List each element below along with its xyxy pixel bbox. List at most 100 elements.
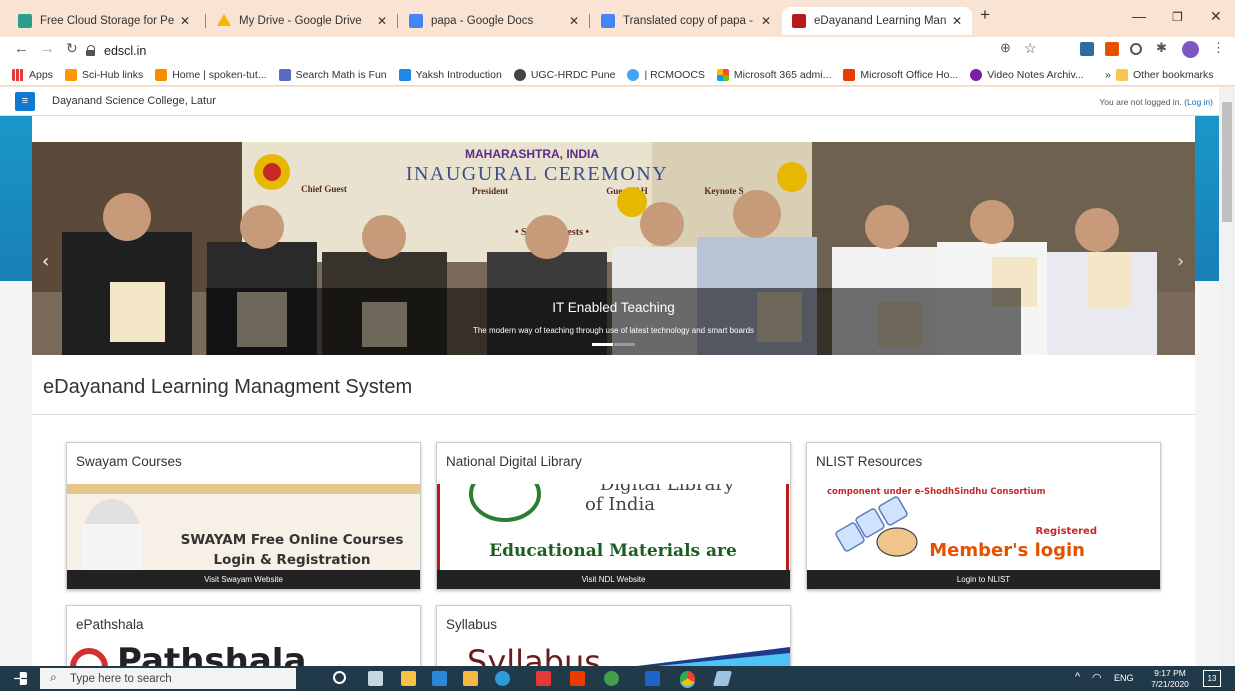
hamburger-menu-icon[interactable]: ≡ (15, 92, 35, 111)
bookmark-rcmoocs[interactable]: | RCMOOCS (627, 68, 705, 81)
bookmark-ugc-hrdc[interactable]: UGC-HRDC Pune (513, 68, 615, 81)
restore-icon[interactable]: ❐ (1172, 10, 1183, 24)
store-icon[interactable] (401, 671, 416, 686)
close-icon[interactable]: ✕ (952, 14, 962, 28)
close-icon[interactable]: ✕ (377, 14, 387, 28)
clock[interactable]: 9:17 PM 7/21/2020 (1145, 668, 1195, 690)
folder-icon (1116, 68, 1128, 81)
nlist-image-line2: Registered (1036, 526, 1097, 537)
site-navbar: ≡ Dayanand Science College, Latur You ar… (0, 87, 1219, 116)
extension-icon[interactable] (1080, 42, 1094, 56)
edge-icon[interactable] (495, 671, 510, 686)
chrome-app-icon[interactable] (604, 671, 619, 686)
login-nlist-button[interactable]: Login to NLIST (807, 570, 1160, 589)
docs-icon (601, 14, 615, 28)
tray-chevron-icon[interactable]: ^ (1075, 671, 1080, 683)
taskbar-search[interactable]: ⌕ Type here to search (40, 668, 296, 689)
language-indicator[interactable]: ENG (1114, 673, 1134, 683)
close-icon[interactable]: ✕ (180, 14, 190, 28)
metamask-icon[interactable] (1105, 42, 1119, 56)
puzzle-icon[interactable]: ✱ (1156, 40, 1167, 56)
new-tab-icon[interactable]: + (980, 5, 990, 25)
close-icon[interactable]: ✕ (761, 14, 771, 28)
rcmoocs-icon (627, 68, 640, 81)
login-status: You are not logged in. (Log in) (1099, 97, 1213, 107)
forward-icon[interactable]: → (40, 40, 55, 57)
bookmark-apps[interactable]: Apps (12, 68, 53, 81)
bookmark-scihub[interactable]: Sci-Hub links (64, 68, 143, 81)
tab-translated-docs[interactable]: Translated copy of papa - Google ✕ (591, 7, 781, 35)
tab-papa-docs[interactable]: papa - Google Docs ✕ (399, 7, 589, 35)
ndl-image-line3: Educational Materials are (489, 541, 737, 561)
visit-swayam-button[interactable]: Visit Swayam Website (67, 570, 420, 589)
window-close-icon[interactable]: ✕ (1210, 8, 1222, 25)
cloud-icon (18, 14, 32, 28)
notification-center-icon[interactable]: 13 (1203, 670, 1221, 687)
profile-avatar-icon[interactable] (1182, 41, 1199, 58)
card-title: Swayam Courses (76, 454, 182, 469)
bookmark-yaksh[interactable]: Yaksh Introduction (398, 68, 502, 81)
other-bookmarks[interactable]: Other bookmarks (1116, 68, 1214, 81)
youtube-icon[interactable] (536, 671, 551, 686)
address-bar[interactable]: edscl.in (86, 39, 1046, 62)
bookmark-star-icon[interactable]: ☆ (1024, 40, 1037, 57)
drive-icon (217, 14, 231, 26)
carousel-caption-title: IT Enabled Teaching (552, 300, 675, 315)
carousel-prev-icon[interactable]: ‹ (42, 251, 49, 272)
reload-icon[interactable]: ↻ (66, 40, 78, 57)
visit-ndl-button[interactable]: Visit NDL Website (437, 570, 790, 589)
mail-icon[interactable] (432, 671, 447, 686)
carousel-indicator-active[interactable] (592, 343, 613, 346)
epathshala-image-line1: Pathshala (117, 647, 306, 666)
card-ndl[interactable]: National Digital Library Digital Library… (436, 442, 791, 590)
card-epathshala[interactable]: ePathshala Pathshala (66, 605, 421, 666)
card-title: National Digital Library (446, 454, 582, 469)
bookmark-spoken-tutorial[interactable]: Home | spoken-tut... (155, 68, 267, 81)
word-icon[interactable] (645, 671, 660, 686)
back-icon[interactable]: ← (14, 40, 29, 57)
swayam-image-line1: SWAYAM Free Online Courses (181, 532, 404, 548)
extension-circle-icon[interactable] (1130, 43, 1142, 55)
epathshala-image: Pathshala (67, 647, 420, 666)
syllabus-image: Syllabus (437, 647, 790, 666)
windows-start-icon[interactable] (14, 672, 27, 685)
carousel-caption: IT Enabled Teaching The modern way of te… (206, 288, 1021, 355)
card-title: Syllabus (446, 617, 498, 632)
ndl-image: Digital Library of India Educational Mat… (437, 484, 790, 570)
banner-event: INAUGURAL CEREMONY (406, 163, 668, 185)
microsoft-icon (716, 68, 729, 81)
carousel-indicator[interactable] (614, 343, 635, 346)
scrollbar-thumb[interactable] (1222, 102, 1232, 222)
bookmark-math-is-fun[interactable]: Search Math is Fun (278, 68, 387, 81)
yaksh-icon (398, 68, 411, 81)
login-link[interactable]: Log in (1187, 97, 1210, 107)
card-nlist[interactable]: NLIST Resources component under e-ShodhS… (806, 442, 1161, 590)
swayam-image-line2: Login & Registration (213, 552, 370, 568)
pen-app-icon[interactable] (712, 671, 733, 686)
wifi-icon[interactable]: ◠ (1092, 671, 1102, 684)
tab-google-drive[interactable]: My Drive - Google Drive ✕ (207, 7, 397, 35)
cortana-icon[interactable] (333, 671, 346, 684)
spoken-tutorial-icon (155, 68, 168, 81)
card-syllabus[interactable]: Syllabus Syllabus (436, 605, 791, 666)
file-explorer-icon[interactable] (463, 671, 478, 686)
bookmarks-bar: Apps Sci-Hub links Home | spoken-tut... … (0, 64, 1235, 86)
zoom-icon[interactable]: ⊕ (1000, 40, 1011, 56)
menu-dots-icon[interactable]: ⋮ (1212, 40, 1225, 56)
bookmark-video-notes[interactable]: Video Notes Archiv... (970, 68, 1084, 81)
bookmark-m365-admin[interactable]: Microsoft 365 admi... (716, 68, 831, 81)
bookmark-office-home[interactable]: Microsoft Office Ho... (843, 68, 958, 81)
card-swayam[interactable]: Swayam Courses SWAYAM Free Online Course… (66, 442, 421, 590)
site-name[interactable]: Dayanand Science College, Latur (52, 95, 216, 107)
banner-state: MAHARASHTRA, INDIA (465, 147, 599, 161)
minimize-icon[interactable]: — (1132, 8, 1146, 24)
search-icon: ⌕ (50, 670, 57, 684)
tab-edayanand[interactable]: eDayanand Learning Managment ✕ (782, 7, 972, 35)
chrome-active-icon[interactable] (680, 671, 695, 686)
office-app-icon[interactable] (570, 671, 585, 686)
tab-free-cloud[interactable]: Free Cloud Storage for Personal U ✕ (8, 7, 200, 35)
task-view-icon[interactable] (368, 671, 383, 686)
carousel-next-icon[interactable]: › (1177, 251, 1184, 272)
close-icon[interactable]: ✕ (569, 14, 579, 28)
bookmarks-overflow[interactable]: » (1105, 69, 1111, 81)
